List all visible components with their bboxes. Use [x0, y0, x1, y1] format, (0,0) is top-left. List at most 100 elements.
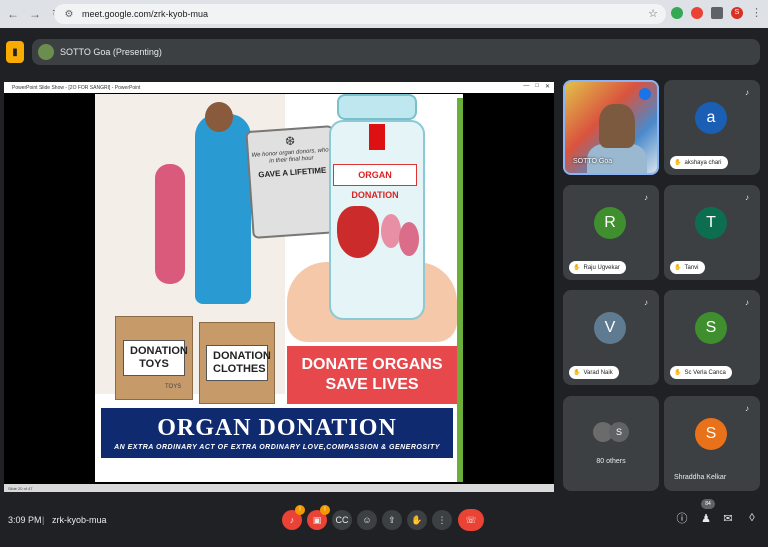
organ-jar: ORGAN DONATION: [329, 94, 425, 364]
meeting-code: zrk-kyob-mua: [52, 515, 107, 525]
extension-icon-2[interactable]: [691, 6, 703, 19]
end-call-button[interactable]: ☏: [458, 509, 484, 531]
profile-avatar[interactable]: S: [731, 6, 743, 19]
mic-off-icon: ♪: [745, 297, 749, 307]
present-button[interactable]: ⇧: [382, 510, 402, 530]
chat-icon[interactable]: ✉: [720, 510, 736, 526]
avatar: a: [695, 102, 727, 134]
slide-counter: Slide 20 of 47: [8, 485, 33, 491]
speaking-indicator-icon: [639, 88, 651, 100]
forward-icon[interactable]: →: [26, 5, 44, 23]
presenter-avatar: [38, 44, 54, 60]
url-text: meet.google.com/zrk-kyob-mua: [82, 9, 209, 19]
mic-off-icon: ♪: [745, 192, 749, 202]
address-bar[interactable]: ⚙ meet.google.com/zrk-kyob-mua ☆: [54, 4, 666, 24]
participant-name: Shraddha Kelkar: [674, 474, 727, 481]
camera-warning-badge: !: [320, 505, 330, 515]
mic-off-icon: ♪: [644, 297, 648, 307]
mic-off-icon: ♪: [745, 87, 749, 97]
avatar: R: [594, 207, 626, 239]
close-icon[interactable]: ✕: [545, 83, 550, 90]
participant-tile-tanvi[interactable]: ♪ T ✋ Tanvi: [664, 185, 760, 280]
captions-button[interactable]: CC: [332, 510, 352, 530]
participant-tile-others[interactable]: S 80 others: [563, 396, 659, 491]
meet-bottom-bar: 3:09 PM | zrk-kyob-mua ♪! ▣! CC ☺ ⇧ ✋ ⋮ …: [0, 496, 768, 547]
participant-name: Sc Verla Canca: [684, 369, 726, 376]
participant-name: akshaya chari: [684, 159, 722, 166]
extension-icon[interactable]: [671, 6, 683, 19]
quote-text: We honor organ donors, who, in their fin…: [251, 147, 331, 165]
participant-label: ✋ Tanvi: [670, 261, 705, 274]
participant-count-badge: 84: [701, 499, 715, 509]
bookmark-star-icon[interactable]: ☆: [648, 7, 658, 20]
mic-off-icon: ♪: [644, 192, 648, 202]
participant-name: SOTTO Goa: [573, 158, 613, 165]
donation-toys-label: DONATION TOYS: [123, 340, 188, 376]
slide-accent-band: [457, 98, 463, 482]
back-icon[interactable]: ←: [4, 5, 22, 23]
kidney-icon: [381, 214, 401, 248]
donate-organs-text: DONATE ORGANS SAVE LIVES: [301, 356, 443, 393]
slide: DONATION TOYS TOYS DONATION CLOTHES ❆ We…: [95, 94, 463, 482]
emoji-button[interactable]: ☺: [357, 510, 377, 530]
side-panel-icon[interactable]: [711, 6, 723, 19]
donation-toys-box: DONATION TOYS: [115, 316, 193, 400]
activities-icon[interactable]: ◊: [744, 510, 760, 526]
others-avatar: S: [609, 422, 629, 442]
participant-tile-sc-verla-canca[interactable]: ♪ S ✋ Sc Verla Canca: [664, 290, 760, 385]
participant-tile-varad-naik[interactable]: ♪ V ✋ Varad Naik: [563, 290, 659, 385]
participant-name: Tanvi: [684, 264, 699, 271]
avatar: S: [695, 418, 727, 450]
hand-icon: ✋: [674, 160, 682, 166]
browser-menu-icon[interactable]: ⋮: [751, 6, 762, 19]
presenting-banner: SOTTO Goa (Presenting): [32, 39, 760, 65]
mic-off-icon: ♪: [745, 403, 749, 413]
site-info-icon[interactable]: ⚙: [62, 7, 76, 21]
kidney-icon-2: [399, 222, 419, 256]
video-person: [599, 104, 635, 148]
browser-chrome: ← → ↻ ⚙ meet.google.com/zrk-kyob-mua ☆ S…: [0, 0, 768, 28]
banner-subtitle: AN EXTRA ORDINARY ACT OF EXTRA ORDINARY …: [114, 444, 440, 451]
raise-hand-button[interactable]: ✋: [407, 510, 427, 530]
separator: |: [42, 515, 45, 525]
hand-icon: ✋: [674, 370, 682, 376]
heart-icon: [337, 206, 379, 258]
participant-label: ✋ Raju Ugvekar: [569, 261, 626, 274]
donation-clothes-label: DONATION CLOTHES: [206, 345, 271, 381]
participant-tile-shraddha-kelkar[interactable]: ♪ S Shraddha Kelkar: [664, 396, 760, 491]
participant-label: ✋ Varad Naik: [569, 366, 619, 379]
meet-activity-icon[interactable]: ▮: [6, 41, 24, 63]
maximize-icon[interactable]: □: [535, 83, 539, 90]
avatar: V: [594, 312, 626, 344]
child-figure: [155, 164, 185, 284]
toys-tag: TOYS: [165, 384, 182, 390]
minimize-icon[interactable]: —: [523, 83, 529, 90]
powerpoint-statusbar: Slide 20 of 47: [4, 484, 554, 492]
participant-tile-sotto-goa[interactable]: SOTTO Goa: [563, 80, 659, 175]
avatar: S: [695, 312, 727, 344]
presentation-stage: PowerPoint Slide Show - [2O FOR SANGRI] …: [4, 82, 554, 492]
hand-icon: ✋: [674, 265, 682, 271]
ribbon-icon: [369, 124, 385, 150]
participant-label: ✋ Sc Verla Canca: [670, 366, 732, 379]
jar-cap: [337, 94, 417, 120]
participant-name: Varad Naik: [583, 369, 613, 376]
mic-toggle-button[interactable]: ♪!: [282, 505, 305, 530]
participant-tile-akshaya-chari[interactable]: ♪ a ✋ akshaya chari: [664, 80, 760, 175]
organ-donation-banner: ORGAN DONATION AN EXTRA ORDINARY ACT OF …: [99, 406, 455, 460]
more-options-button[interactable]: ⋮: [432, 510, 452, 530]
participant-name: Raju Ugvekar: [583, 264, 620, 271]
window-controls: — □ ✕: [523, 83, 550, 90]
participant-tile-raju-ugvekar[interactable]: ♪ R ✋ Raju Ugvekar: [563, 185, 659, 280]
meeting-info-icon[interactable]: ⓘ: [674, 510, 690, 526]
mic-warning-badge: !: [295, 505, 305, 515]
browser-toolbar-right: S ⋮: [671, 6, 762, 19]
meet-top-bar: ▮ SOTTO Goa (Presenting): [0, 28, 768, 76]
banner-title: ORGAN DONATION: [157, 415, 397, 441]
quote-card: ❆ We honor organ donors, who, in their f…: [245, 125, 341, 239]
presenting-label: SOTTO Goa (Presenting): [60, 47, 162, 57]
woman-figure: [195, 114, 251, 304]
others-count: 80 others: [596, 458, 626, 465]
camera-toggle-button[interactable]: ▣!: [307, 505, 330, 530]
people-icon[interactable]: ♟: [698, 510, 714, 526]
